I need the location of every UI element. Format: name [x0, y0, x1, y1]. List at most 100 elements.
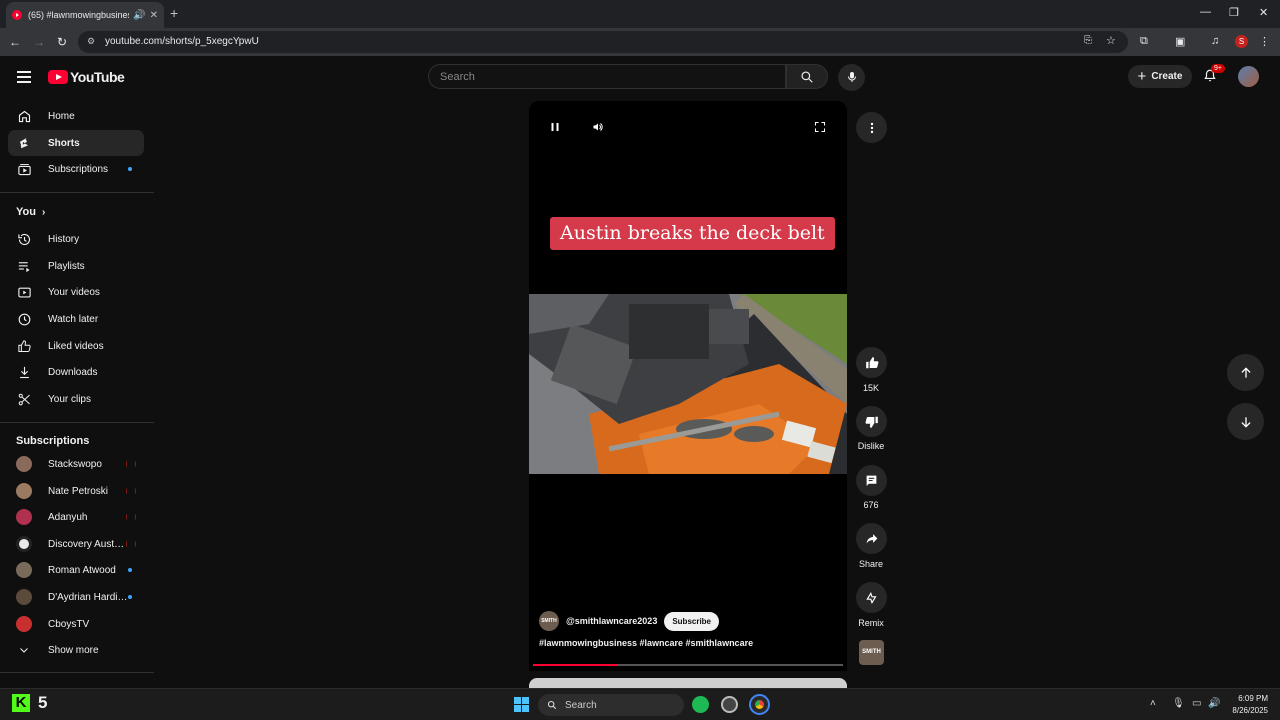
thumbs-down-icon	[865, 416, 878, 428]
search-input[interactable]: Search	[428, 64, 786, 89]
sidebar-item-downloads[interactable]: Downloads	[8, 359, 144, 385]
address-bar[interactable]: ⚙ youtube.com/shorts/p_5xegcYpwU ⎘ ☆	[78, 31, 1128, 53]
sidebar-channel-nate-petroski[interactable]: Nate Petroski	[8, 478, 144, 504]
extensions-icon[interactable]: ⧉	[1140, 35, 1148, 48]
more-options-button[interactable]	[856, 112, 887, 143]
show-more-button[interactable]: Show more	[8, 637, 144, 663]
chrome-icon[interactable]	[749, 694, 770, 715]
sidebar-item-shorts[interactable]: Shorts	[8, 130, 144, 156]
dislike-button[interactable]	[856, 406, 887, 437]
channel-avatar	[16, 483, 32, 499]
volume-button[interactable]	[591, 121, 605, 133]
video-progress-bar[interactable]	[533, 664, 843, 666]
sidebar-channel-adanyuh[interactable]: Adanyuh	[8, 504, 144, 530]
watch-later-icon	[16, 311, 32, 327]
youtube-logo[interactable]: YouTube	[48, 69, 125, 85]
spotify-icon[interactable]	[692, 696, 709, 713]
sidebar-item-history[interactable]: History	[8, 226, 144, 252]
site-info-icon[interactable]: ⚙	[87, 36, 95, 47]
browser-menu-icon[interactable]: ⋮	[1259, 35, 1270, 48]
search-placeholder: Search	[440, 71, 475, 83]
arrow-up-icon	[1240, 366, 1251, 378]
back-button[interactable]: ←	[9, 35, 21, 49]
microphone-tray-icon[interactable]: 🎙	[1172, 698, 1185, 709]
network-icon[interactable]: ▭	[1192, 698, 1201, 709]
channel-handle[interactable]: @smithlawncare2023	[566, 616, 657, 626]
notifications-button[interactable]: 9+	[1203, 64, 1225, 83]
sidebar-channel-daydrian-harding[interactable]: D'Aydrian Harding	[8, 584, 144, 610]
kick-widget[interactable]: K 5	[12, 693, 47, 713]
menu-icon[interactable]	[17, 71, 31, 86]
app-icon[interactable]	[721, 696, 738, 713]
audio-playing-icon[interactable]: 🔊	[133, 10, 145, 21]
minimize-icon[interactable]: —	[1200, 6, 1211, 18]
sidebar-channel-cboystv[interactable]: CboysTV	[8, 611, 144, 637]
sidebar-divider	[0, 192, 154, 193]
you-section-title: You	[16, 206, 36, 218]
fullscreen-icon	[815, 122, 825, 132]
close-tab-icon[interactable]: ✕	[150, 10, 158, 21]
subscribe-button[interactable]: Subscribe	[664, 611, 720, 631]
channel-row: SMITH @smithlawncare2023 Subscribe	[539, 611, 720, 631]
share-button[interactable]	[856, 523, 887, 554]
sidebar-channel-roman-atwood[interactable]: Roman Atwood	[8, 557, 144, 583]
sidebar-channel-discovery-australia[interactable]: Discovery Australia	[8, 531, 144, 557]
channel-avatar[interactable]: SMITH	[539, 611, 559, 631]
search-icon	[801, 71, 813, 83]
taskbar-search[interactable]: Search	[538, 694, 684, 716]
volume-tray-icon[interactable]: 🔊	[1208, 698, 1220, 709]
sidebar-item-playlists[interactable]: Playlists	[8, 253, 144, 279]
clock-time: 6:09 PM	[1238, 694, 1268, 703]
clock-date: 8/26/2025	[1232, 706, 1268, 715]
you-section-header[interactable]: You ›	[16, 206, 45, 218]
share-label: Share	[858, 559, 884, 569]
sidebar-item-your-videos[interactable]: Your videos	[8, 279, 144, 305]
pause-button[interactable]	[549, 121, 561, 133]
video-hashtags[interactable]: #lawnmowingbusiness #lawncare #smithlawn…	[539, 638, 753, 648]
sidebar-item-subscriptions[interactable]: Subscriptions	[8, 156, 144, 182]
install-app-icon[interactable]: ⎘	[1084, 35, 1092, 46]
dislike-label: Dislike	[857, 441, 885, 451]
liked-videos-icon	[16, 338, 32, 354]
fullscreen-button[interactable]	[814, 121, 826, 133]
chevron-down-icon	[16, 642, 32, 658]
previous-short-button[interactable]	[1227, 354, 1264, 391]
tray-overflow-icon[interactable]: ˄	[1150, 698, 1156, 709]
account-avatar[interactable]	[1238, 66, 1259, 87]
sidebar-item-your-clips[interactable]: Your clips	[8, 386, 144, 412]
remix-button[interactable]	[856, 582, 887, 613]
sidebar-item-label: History	[48, 233, 80, 245]
new-tab-button[interactable]: +	[170, 5, 178, 21]
sidebar-channel-stackswopo[interactable]: Stackswopo	[8, 451, 144, 477]
restore-icon[interactable]: ❐	[1229, 6, 1239, 19]
new-content-dot	[128, 167, 132, 171]
browser-tab[interactable]: (65) #lawnmowingbusiness 🔊 ✕	[6, 2, 164, 28]
voice-search-button[interactable]	[838, 64, 865, 91]
windows-start-icon[interactable]	[514, 697, 529, 712]
media-controls-icon[interactable]: ♫	[1211, 35, 1219, 47]
chevron-right-icon: ›	[41, 206, 46, 218]
reload-button[interactable]: ↻	[57, 35, 67, 49]
subscriptions-section-title: Subscriptions	[16, 435, 90, 447]
search-button[interactable]	[786, 64, 828, 89]
forward-button[interactable]: →	[33, 35, 45, 49]
create-button[interactable]: + Create	[1128, 65, 1192, 88]
audio-source-thumbnail[interactable]: SMITH	[859, 640, 884, 665]
like-button[interactable]	[856, 347, 887, 378]
live-icon	[126, 461, 136, 467]
next-short-button[interactable]	[1227, 403, 1264, 440]
sidebar-item-watch-later[interactable]: Watch later	[8, 306, 144, 332]
sidebar-item-liked-videos[interactable]: Liked videos	[8, 333, 144, 359]
close-window-icon[interactable]: ✕	[1259, 6, 1268, 19]
side-panel-icon[interactable]: ▣	[1175, 35, 1185, 48]
bookmark-star-icon[interactable]: ☆	[1106, 34, 1116, 47]
shorts-player[interactable]: Austin breaks the deck belt SMITH @smith…	[529, 101, 847, 671]
sidebar-item-label: Your videos	[48, 286, 100, 298]
system-clock[interactable]: 6:09 PM 8/26/2025	[1228, 693, 1268, 717]
channel-name: Nate Petroski	[48, 485, 109, 497]
browser-profile-avatar[interactable]: S	[1235, 35, 1248, 48]
more-vertical-icon	[870, 122, 873, 133]
sidebar-item-home[interactable]: Home	[8, 103, 144, 129]
video-progress-fill	[533, 664, 617, 666]
comments-button[interactable]	[856, 465, 887, 496]
